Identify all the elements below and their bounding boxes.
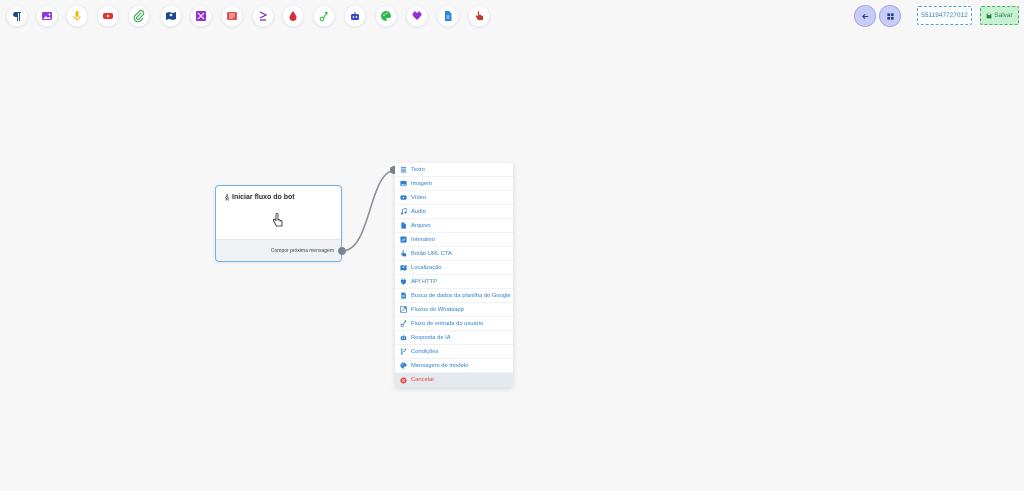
paragraph-button[interactable] [6,5,28,27]
menu-item-text[interactable]: Texto [395,163,513,177]
menu-item-label: Botão URL CTA [411,250,452,257]
palette-icon [400,362,407,369]
robot-icon [400,334,407,341]
menu-item-cancel[interactable]: Cancelar [395,373,513,387]
file-icon [401,222,406,229]
heart-button[interactable] [406,5,428,27]
video-button[interactable] [97,5,119,27]
menu-item-template-message[interactable]: Mensagem de modelo [395,359,513,373]
audio-button[interactable] [66,5,88,27]
map-icon [166,12,176,20]
grid-icon [886,12,894,20]
palette-icon [381,11,391,21]
menu-item-label: Vídeo [411,194,427,201]
music-icon [400,208,407,215]
menu-item-cta-url[interactable]: Botão URL CTA [395,247,513,261]
menu-item-label: Localização [411,264,442,271]
menu-item-label: API HTTP [411,278,438,285]
image-icon [42,12,52,20]
sheet-button[interactable] [437,5,459,27]
cancel-label: Cancelar [411,377,435,383]
menu-item-label: Imagem [411,180,432,187]
paperclip-icon [133,10,145,22]
toolbar: 5511947727012 Salvar [0,0,1024,34]
flow-icon [319,12,328,22]
attachment-button[interactable] [128,5,150,27]
interactive-icon [400,236,407,243]
interactive-icon [196,11,206,21]
menu-item-label: Arquivo [411,222,431,229]
menu-item-audio[interactable]: Áudio [395,205,513,219]
heart-icon [412,11,422,20]
start-node-title: Iniciar fluxo do bot [223,194,295,201]
video-icon [400,195,407,200]
branch-icon [400,348,407,355]
api-button[interactable] [252,5,274,27]
pointer-button[interactable] [468,5,490,27]
plug-icon [400,278,407,285]
menu-item-whatsapp-flows[interactable]: Fluxos do Whatsapp [395,303,513,317]
microphone-icon [73,11,81,21]
flow-button[interactable] [313,5,335,27]
back-button[interactable] [854,5,876,27]
menu-item-label: Interativo [411,236,435,243]
hand-cursor-icon [272,213,283,227]
menu-item-location[interactable]: Localização [395,261,513,275]
hand-pointer-icon [401,250,407,257]
map-icon [400,265,407,271]
menu-item-image[interactable]: Imagem [395,177,513,191]
video-icon [103,13,113,19]
menu-item-label: Áudio [411,208,426,215]
menu-item-ai-response[interactable]: Resposta de IA [395,331,513,345]
drop-button[interactable] [282,5,304,27]
paragraph-icon [13,12,21,21]
output-handle[interactable] [338,247,346,255]
save-button-label: Salvar [994,12,1013,19]
save-icon [986,13,992,18]
menu-item-conditions[interactable]: Condições [395,345,513,359]
close-icon [400,376,407,384]
api-icon [259,11,268,21]
runner-icon [224,194,230,201]
menu-item-label: Mensagem de modelo [411,362,469,369]
save-button[interactable]: Salvar [980,6,1019,25]
message-type-menu: Texto Imagem Vídeo Áudio Arquivo Interat… [395,163,513,387]
arrow-left-icon [861,13,868,19]
menu-item-label: Busca de dados da planilha do Google [411,292,511,299]
start-node-footer: Compor próxima mensagem [216,239,341,261]
phone-number-button[interactable]: 5511947727012 [917,6,972,25]
menu-item-label: Resposta de IA [411,334,451,341]
hand-pointer-icon [475,11,483,20]
menu-item-user-input-flow[interactable]: Fluxo de entrada do usuário [395,317,513,331]
menu-item-label: Texto [411,166,425,173]
menu-item-label: Fluxos do Whatsapp [411,306,464,313]
drop-icon [289,11,297,21]
text-icon [400,166,407,173]
start-node-title-text: Iniciar fluxo do bot [232,194,295,201]
image-button[interactable] [36,5,58,27]
sheet-icon [401,292,406,299]
menu-item-label: Fluxo de entrada do usuário [411,320,484,327]
menu-item-label: Condições [411,348,439,355]
compose-next-message-label: Compor próxima mensagem [270,248,334,254]
cta-button[interactable] [221,5,243,27]
menu-item-api-http[interactable]: API HTTP [395,275,513,289]
location-button[interactable] [160,5,182,27]
user-flow-icon [400,320,407,327]
image-icon [400,180,407,187]
grid-button[interactable] [879,5,901,27]
interactive-button[interactable] [190,5,212,27]
flow-icon [400,306,407,313]
menu-item-video[interactable]: Vídeo [395,191,513,205]
menu-item-file[interactable]: Arquivo [395,219,513,233]
menu-item-interactive[interactable]: Interativo [395,233,513,247]
ai-button[interactable] [344,5,366,27]
file-icon [445,11,452,21]
list-icon [227,12,237,20]
menu-item-google-sheet[interactable]: Busca de dados da planilha do Google [395,289,513,303]
robot-icon [351,12,359,20]
template-button[interactable] [375,5,397,27]
